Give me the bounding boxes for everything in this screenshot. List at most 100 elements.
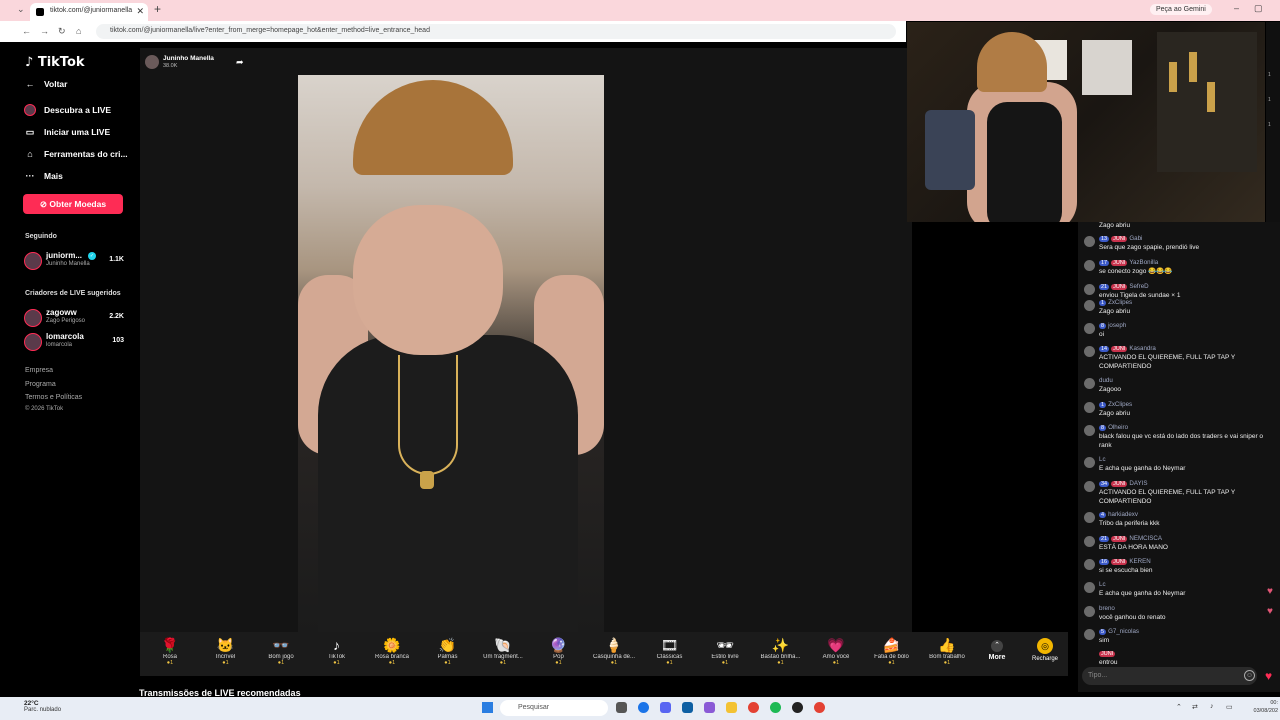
- gift-item[interactable]: 🌹 Rosa ●1: [142, 632, 198, 676]
- gift-item[interactable]: 🐱 Incrível ●1: [198, 632, 254, 676]
- chevron-up-icon[interactable]: ⌃: [1176, 703, 1182, 711]
- avatar[interactable]: [1084, 425, 1095, 436]
- recharge-button[interactable]: ◎ Recharge: [1028, 636, 1062, 662]
- gemini-button[interactable]: Peça ao Gemini: [1150, 4, 1212, 15]
- chat-username[interactable]: Lc: [1099, 456, 1106, 463]
- picture-in-picture-video[interactable]: [907, 22, 1265, 222]
- chat-username[interactable]: SefreD: [1129, 283, 1148, 290]
- chat-username[interactable]: YazBonilla: [1129, 259, 1158, 266]
- new-tab-button[interactable]: +: [154, 2, 161, 16]
- avatar[interactable]: [1084, 629, 1095, 640]
- gift-item[interactable]: 👏 Palmas ●1: [420, 632, 476, 676]
- battery-icon[interactable]: ▭: [1226, 703, 1233, 711]
- like-heart-icon[interactable]: ♥: [1265, 669, 1272, 683]
- footer-link-terms[interactable]: Termos e Políticas: [25, 394, 82, 401]
- emoji-icon[interactable]: ☺: [1244, 670, 1255, 681]
- chat-username[interactable]: dudu: [1099, 377, 1113, 384]
- share-icon[interactable]: ➦: [236, 57, 244, 68]
- avatar[interactable]: [1084, 559, 1095, 570]
- back-link[interactable]: ← Voltar: [24, 78, 68, 90]
- avatar[interactable]: [1084, 323, 1095, 334]
- gift-item[interactable]: 🕶 Estilo livre ●1: [697, 632, 753, 676]
- chrome-icon[interactable]: [748, 702, 759, 713]
- gift-item[interactable]: 👍 Bom trabalho ●1: [919, 632, 975, 676]
- avatar[interactable]: [1084, 236, 1095, 247]
- url-field[interactable]: tiktok.com/@juniormanella/live?enter_fro…: [96, 24, 896, 39]
- weather-widget[interactable]: 22°C Parc. nublado: [24, 700, 61, 713]
- reload-icon[interactable]: ↻: [58, 26, 66, 37]
- windows-start-icon[interactable]: [482, 702, 493, 713]
- forward-icon[interactable]: →: [40, 26, 49, 36]
- avatar[interactable]: [1084, 402, 1095, 413]
- gift-item[interactable]: 💗 Amo você ●1: [808, 632, 864, 676]
- chat-username[interactable]: breno: [1099, 605, 1115, 612]
- chat-username[interactable]: joseph: [1108, 322, 1126, 329]
- gift-item[interactable]: ✨ Bastão brilha... ●1: [753, 632, 809, 676]
- sidebar-item-discover-live[interactable]: Descubra a LIVE: [24, 104, 111, 116]
- gift-item[interactable]: 🎞 Clássicas ●1: [642, 632, 698, 676]
- sidebar-item-start-live[interactable]: ▭ Iniciar uma LIVE: [24, 126, 110, 138]
- chat-username[interactable]: KEREN: [1129, 558, 1150, 565]
- gift-item[interactable]: 🌼 Rosa branca ●1: [364, 632, 420, 676]
- avatar[interactable]: [1084, 284, 1095, 295]
- sidebar-item-creator-tools[interactable]: ⌂ Ferramentas do cri...: [24, 148, 127, 160]
- avatar[interactable]: [1084, 481, 1095, 492]
- gift-item[interactable]: 🍰 Fatia de bolo ●1: [864, 632, 920, 676]
- chat-username[interactable]: Olheiro: [1108, 424, 1128, 431]
- avatar[interactable]: [1084, 582, 1095, 593]
- discord-icon[interactable]: [660, 702, 671, 713]
- volume-icon[interactable]: ♪: [1210, 703, 1214, 710]
- home-icon[interactable]: ⌂: [76, 26, 81, 36]
- chat-username[interactable]: ZxClipes: [1108, 299, 1132, 306]
- avatar[interactable]: [1084, 346, 1095, 357]
- network-icon[interactable]: ⇄: [1192, 703, 1198, 711]
- following-item[interactable]: juniorm... ✓ Juninho Manella 1.1K: [24, 250, 124, 272]
- back-icon[interactable]: ←: [22, 26, 31, 36]
- more-gifts-button[interactable]: ⌃ More: [986, 638, 1008, 661]
- gift-item[interactable]: 🐚 Um fragment... ●1: [475, 632, 531, 676]
- clock[interactable]: 00: 03/08/202: [1252, 699, 1278, 715]
- chat-username[interactable]: DAYIS: [1129, 480, 1147, 487]
- spotify-icon[interactable]: [770, 702, 781, 713]
- chat-username[interactable]: Gabi: [1129, 235, 1142, 242]
- chat-username[interactable]: NEMCISCA: [1129, 535, 1162, 542]
- folder-icon[interactable]: [726, 702, 737, 713]
- avatar[interactable]: [1084, 300, 1095, 311]
- chat-username[interactable]: Kasandra: [1129, 345, 1156, 352]
- edge-icon[interactable]: [638, 702, 649, 713]
- chat-input[interactable]: Tipo...: [1082, 667, 1257, 685]
- browser-tab[interactable]: tiktok.com/@juniormanella ✕: [30, 3, 148, 21]
- chat-username[interactable]: harkiadexv: [1108, 511, 1138, 518]
- taskbar-search[interactable]: Pesquisar: [500, 700, 608, 716]
- suggested-item[interactable]: lomarcola lomarcola 103: [24, 331, 124, 353]
- gift-item[interactable]: 🍦 Casquinha de... ●1: [586, 632, 642, 676]
- gift-item[interactable]: 🔮 Pop ●1: [531, 632, 587, 676]
- gift-item[interactable]: ♪ TikTok ●1: [309, 632, 365, 676]
- chat-username[interactable]: G7_nicolas: [1108, 628, 1139, 635]
- get-coins-button[interactable]: ⊘ Obter Moedas: [23, 194, 123, 214]
- tiktok-logo[interactable]: ♪ TikTok: [25, 55, 85, 70]
- store-icon[interactable]: [682, 702, 693, 713]
- file-explorer-icon[interactable]: [616, 702, 627, 713]
- chrome-active-icon[interactable]: [814, 702, 825, 713]
- avatar[interactable]: [1084, 378, 1095, 389]
- avatar[interactable]: [1084, 512, 1095, 523]
- sidebar-item-more[interactable]: ··· Mais: [24, 170, 63, 182]
- avatar[interactable]: [1084, 536, 1095, 547]
- app-icon[interactable]: [704, 702, 715, 713]
- suggested-item[interactable]: zagoww Zago Perigoso 2.2K: [24, 307, 124, 329]
- minimize-icon[interactable]: –: [1234, 3, 1239, 13]
- avatar[interactable]: [1084, 457, 1095, 468]
- app-icon[interactable]: [792, 702, 803, 713]
- chat-username[interactable]: Lc: [1099, 581, 1106, 588]
- gift-item[interactable]: 👓 Bom jogo ●1: [253, 632, 309, 676]
- live-video[interactable]: [298, 75, 604, 632]
- maximize-icon[interactable]: ▢: [1254, 3, 1263, 14]
- footer-link-company[interactable]: Empresa: [25, 367, 53, 374]
- chat-username[interactable]: ZxClipes: [1108, 401, 1132, 408]
- close-tab-icon[interactable]: ✕: [136, 6, 144, 17]
- avatar[interactable]: [1084, 606, 1095, 617]
- avatar[interactable]: [1084, 260, 1095, 271]
- footer-link-program[interactable]: Programa: [25, 381, 56, 388]
- tab-list-icon[interactable]: ⌄: [17, 4, 25, 15]
